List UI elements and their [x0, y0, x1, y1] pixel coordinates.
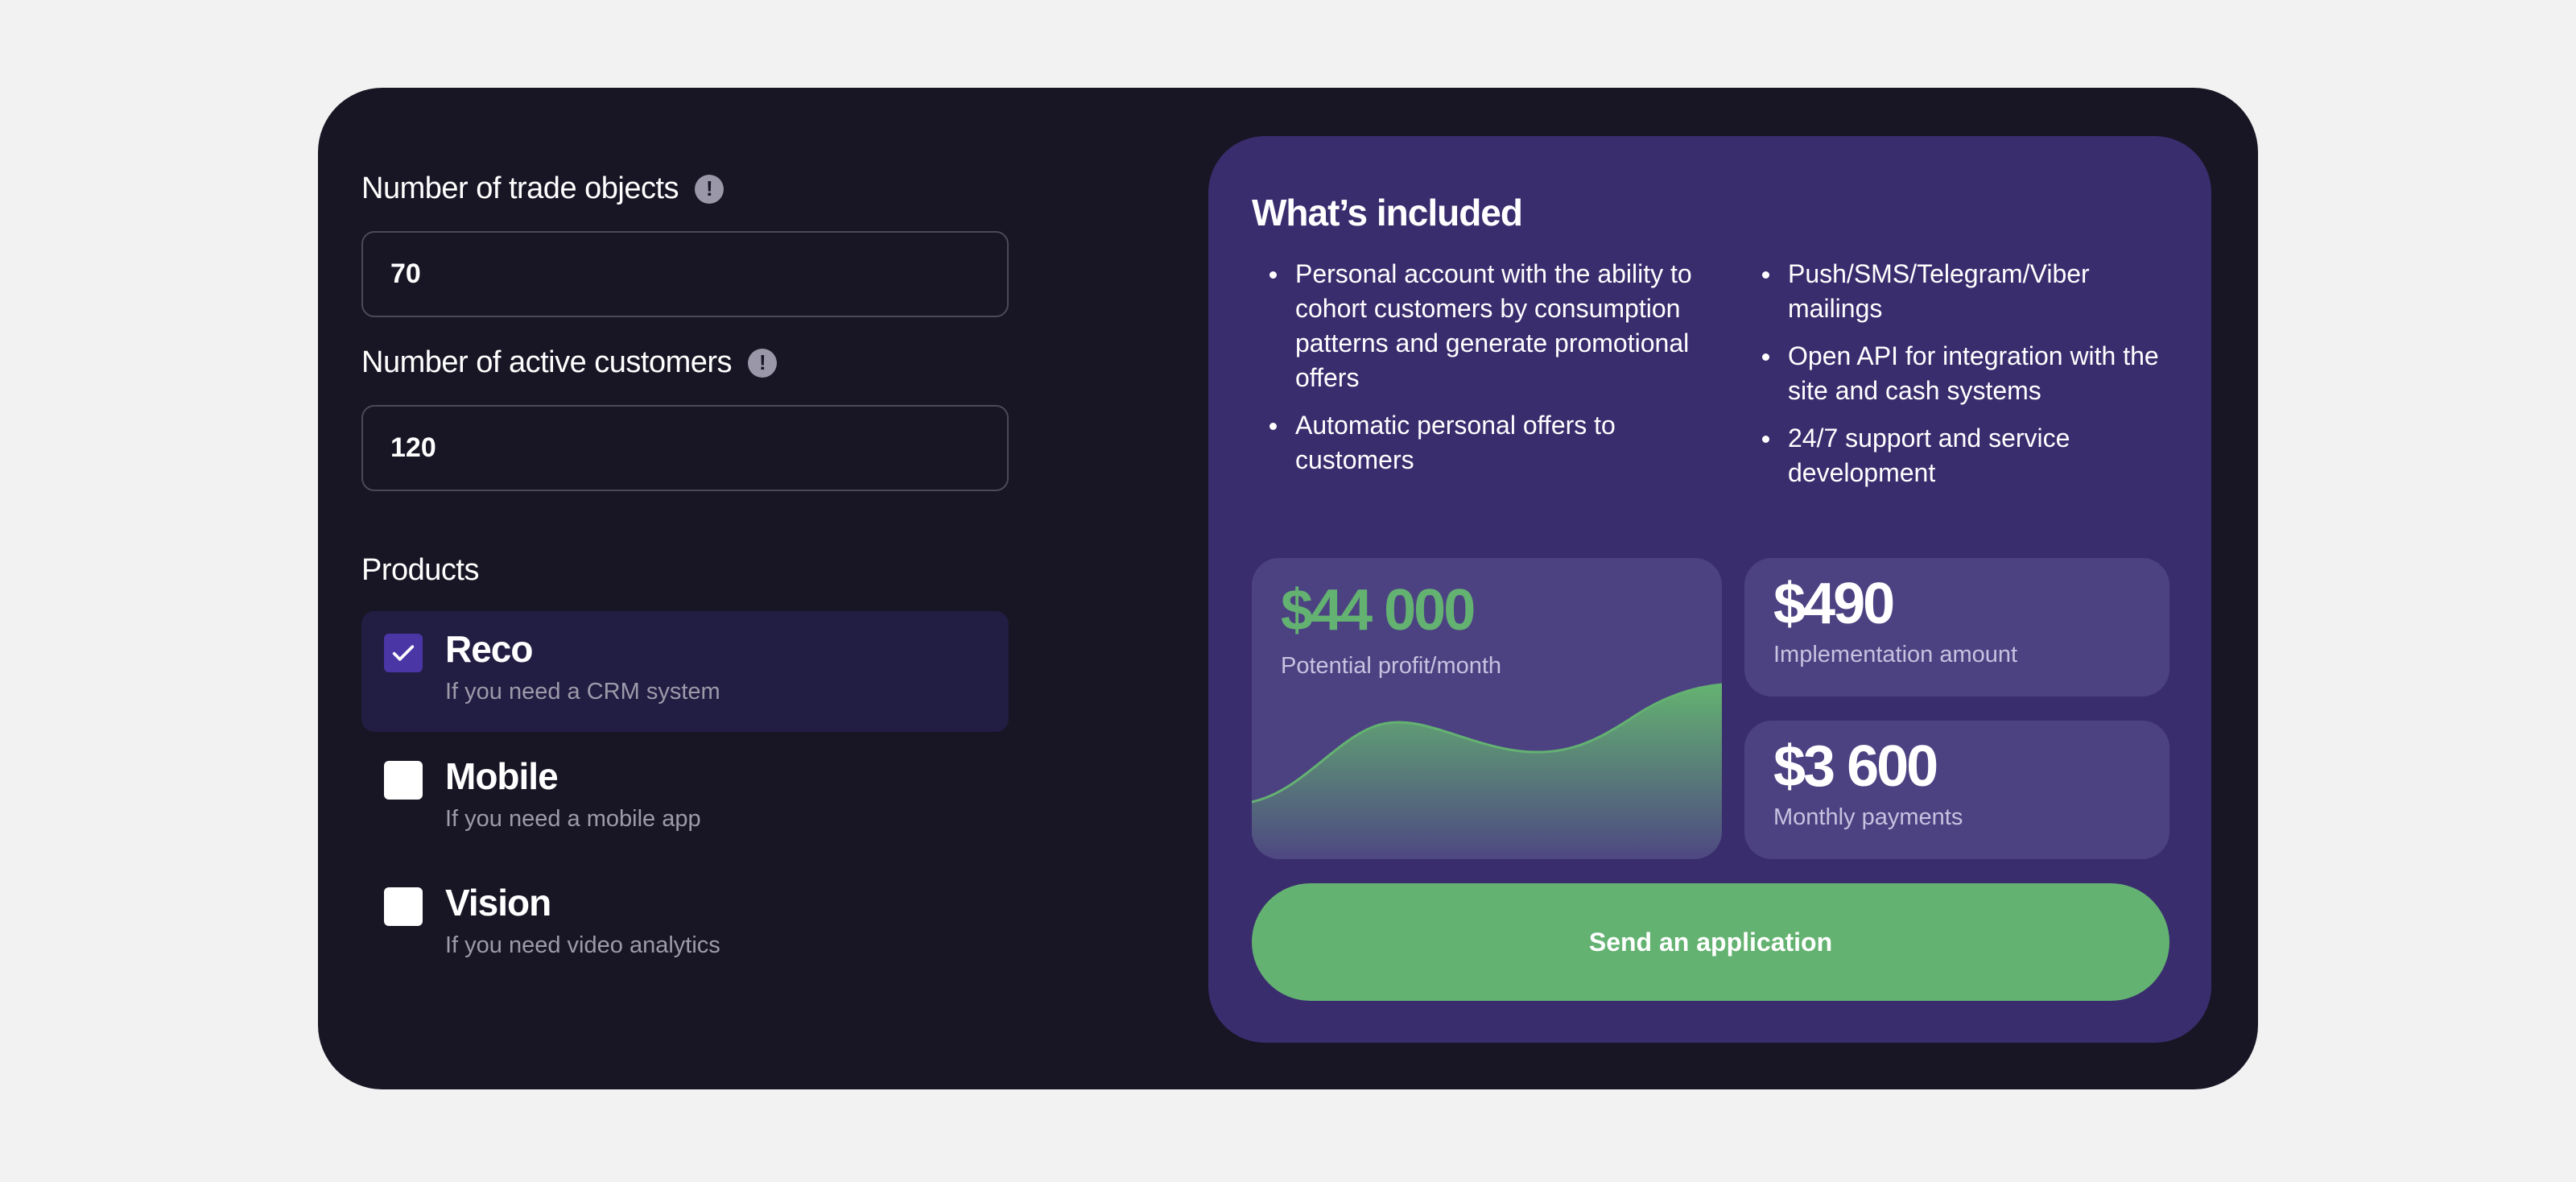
trade-objects-label-text: Number of trade objects	[361, 172, 679, 205]
product-description: If you need a CRM system	[445, 679, 720, 705]
checkmark-icon	[392, 645, 415, 661]
included-list-right: Push/SMS/Telegram/Viber mailings Open AP…	[1744, 257, 2179, 503]
list-item: Personal account with the ability to coh…	[1252, 257, 1703, 395]
panel-title: What’s included	[1252, 192, 1523, 234]
product-option-reco[interactable]: Reco If you need a CRM system	[361, 611, 1009, 732]
active-customers-label: Number of active customers !	[361, 345, 778, 380]
list-item: Open API for integration with the site a…	[1744, 339, 2179, 408]
list-item: 24/7 support and service development	[1744, 421, 2179, 490]
trade-objects-input[interactable]	[361, 231, 1009, 317]
product-name: Reco	[445, 628, 533, 670]
products-label: Products	[361, 553, 479, 587]
trade-objects-label: Number of trade objects !	[361, 172, 724, 206]
product-name: Mobile	[445, 755, 559, 797]
profit-value: $44 000	[1281, 578, 1476, 643]
checkbox-checked[interactable]	[384, 634, 423, 672]
active-customers-input[interactable]	[361, 405, 1009, 491]
active-customers-label-text: Number of active customers	[361, 345, 733, 379]
implementation-value: $490	[1773, 572, 1895, 636]
monthly-payments-value: $3 600	[1773, 734, 1938, 799]
monthly-payments-label: Monthly payments	[1773, 804, 1963, 830]
product-option-mobile[interactable]: Mobile If you need a mobile app	[361, 738, 1009, 859]
list-item: Automatic personal offers to customers	[1252, 408, 1703, 477]
product-description: If you need a mobile app	[445, 806, 701, 832]
profit-card: $44 000 Potential profit/month	[1252, 558, 1722, 859]
implementation-label: Implementation amount	[1773, 642, 2018, 667]
info-icon[interactable]: !	[748, 348, 778, 378]
product-option-vision[interactable]: Vision If you need video analytics	[361, 865, 1009, 986]
product-description: If you need video analytics	[445, 932, 720, 958]
included-list-left: Personal account with the ability to coh…	[1252, 257, 1703, 490]
info-icon[interactable]: !	[695, 174, 724, 204]
checkbox-unchecked[interactable]	[384, 887, 423, 926]
summary-panel: What’s included Personal account with th…	[1208, 136, 2211, 1043]
product-name: Vision	[445, 882, 551, 924]
list-item: Push/SMS/Telegram/Viber mailings	[1744, 257, 2179, 326]
monthly-payments-card: $3 600 Monthly payments	[1744, 721, 2169, 859]
send-application-button[interactable]: Send an application	[1252, 883, 2169, 1001]
implementation-card: $490 Implementation amount	[1744, 558, 2169, 696]
profit-label: Potential profit/month	[1281, 653, 1502, 679]
calculator-card: Number of trade objects ! Number of acti…	[318, 88, 2258, 1089]
checkbox-unchecked[interactable]	[384, 761, 423, 800]
